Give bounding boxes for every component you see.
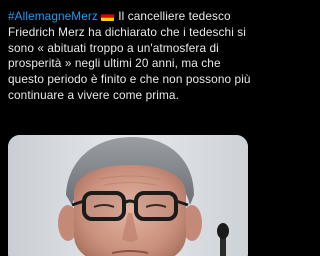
hashtag-link[interactable]: #AllemagneMerz (8, 9, 98, 23)
germany-flag-icon (100, 11, 114, 21)
post-text: #AllemagneMerz Il cancelliere tedesco Fr… (8, 9, 252, 104)
post-image[interactable] (8, 135, 248, 256)
portrait-photo (8, 135, 248, 256)
